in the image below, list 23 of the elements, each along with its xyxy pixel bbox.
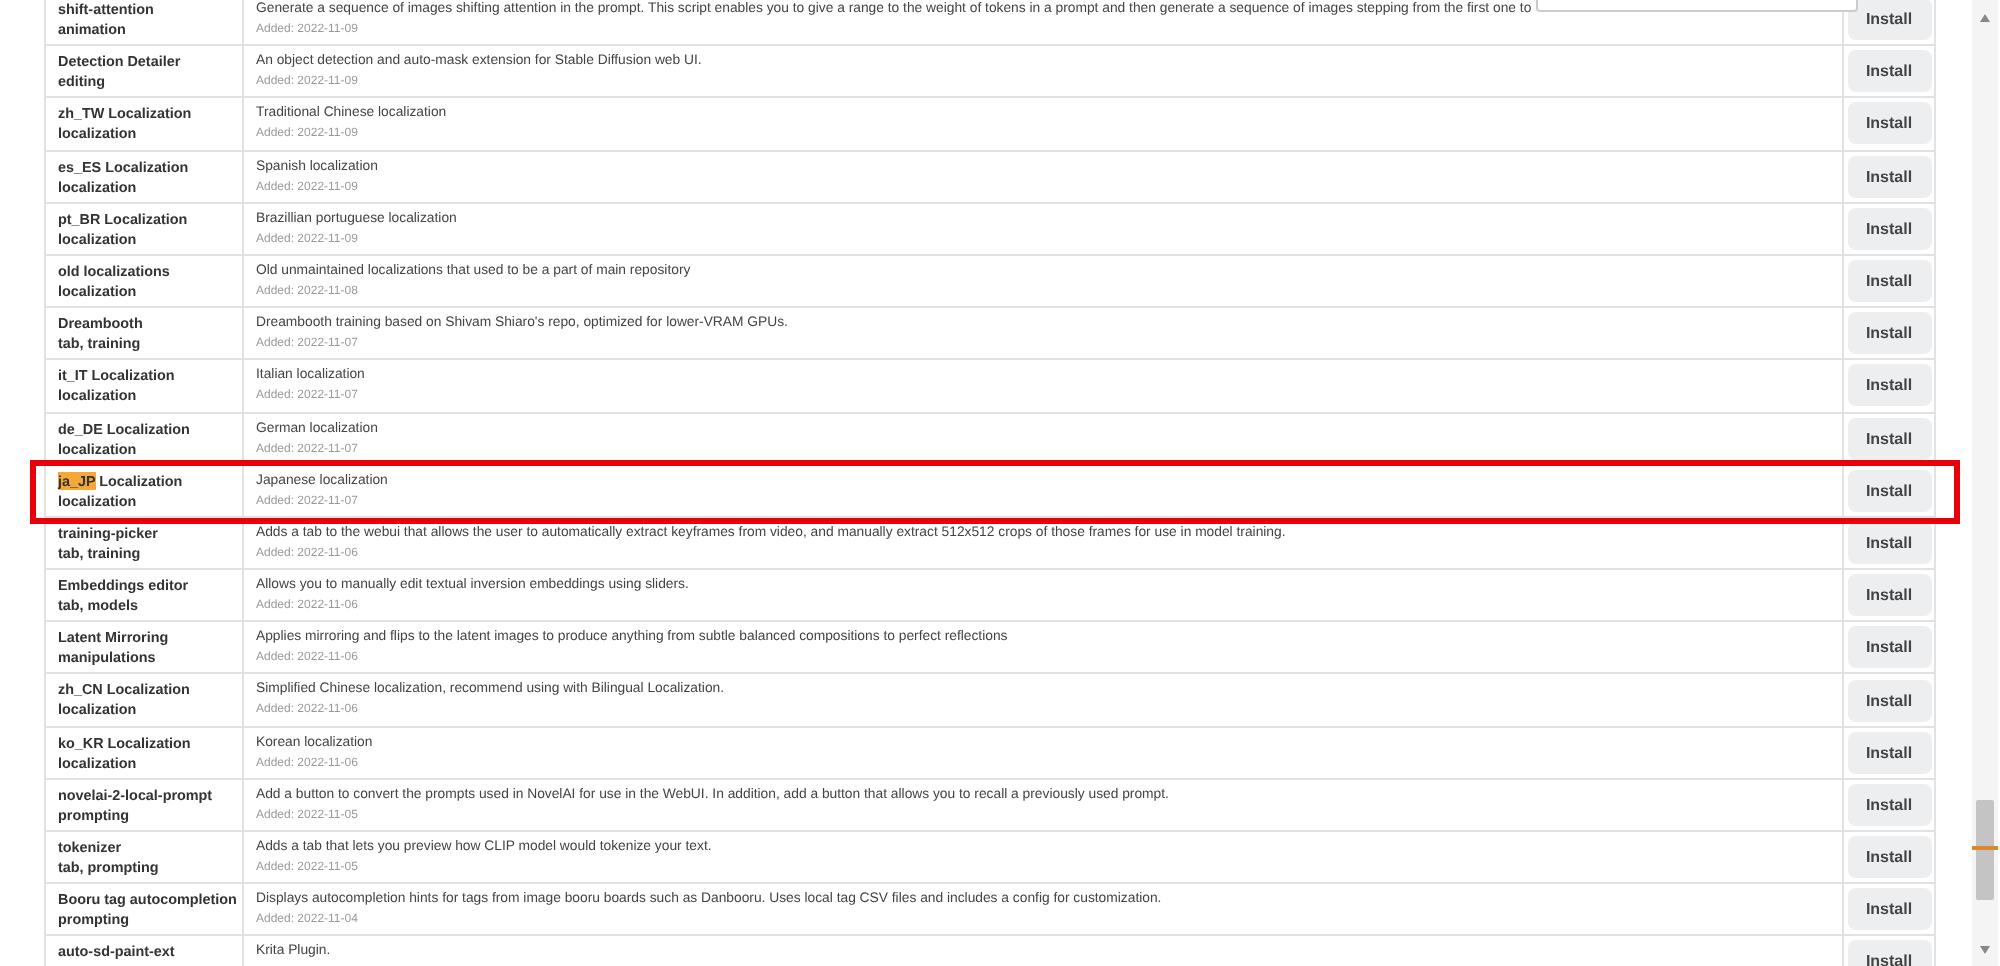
install-button[interactable]: Install xyxy=(1847,102,1931,145)
install-button[interactable]: Install xyxy=(1847,731,1931,774)
install-button[interactable]: Install xyxy=(1847,50,1931,93)
install-button[interactable]: Install xyxy=(1847,626,1931,669)
search-marker xyxy=(1972,846,1998,850)
install-button[interactable]: Install xyxy=(1847,888,1931,931)
scroll-thumb[interactable] xyxy=(1976,800,1994,900)
install-button[interactable]: Install xyxy=(1847,521,1931,564)
install-button[interactable]: Install xyxy=(1847,207,1931,250)
install-button[interactable]: Install xyxy=(1847,469,1931,512)
install-button[interactable]: Install xyxy=(1847,312,1931,355)
install-button[interactable]: Install xyxy=(1847,574,1931,617)
install-button[interactable]: Install xyxy=(1847,836,1931,879)
install-button[interactable]: Install xyxy=(1847,417,1931,460)
install-button[interactable]: Install xyxy=(1847,783,1931,826)
scroll-up-icon[interactable] xyxy=(1980,14,1990,22)
install-button[interactable]: Install xyxy=(1847,155,1931,198)
scroll-down-icon[interactable] xyxy=(1980,946,1990,954)
install-button[interactable]: Install xyxy=(1847,0,1931,41)
install-button[interactable]: Install xyxy=(1847,679,1931,722)
scrollbar[interactable] xyxy=(1972,0,1998,966)
install-button[interactable]: Install xyxy=(1847,364,1931,407)
install-button[interactable]: Install xyxy=(1847,260,1931,303)
